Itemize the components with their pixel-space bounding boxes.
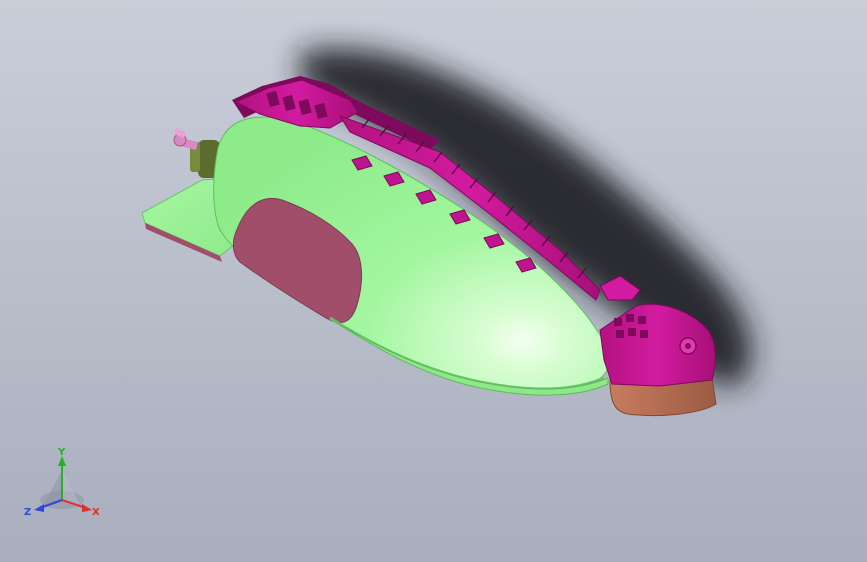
y-axis-label: Y xyxy=(57,448,66,458)
z-axis-label: Z xyxy=(24,507,31,518)
x-axis-arrow-icon xyxy=(82,504,92,512)
z-axis-arrow-icon xyxy=(34,504,44,512)
orientation-triad[interactable]: Y X Z xyxy=(22,448,106,526)
model-scene[interactable] xyxy=(0,0,867,562)
x-axis-label: X xyxy=(92,507,100,518)
cad-graphics-viewport[interactable]: Y X Z xyxy=(0,0,867,562)
